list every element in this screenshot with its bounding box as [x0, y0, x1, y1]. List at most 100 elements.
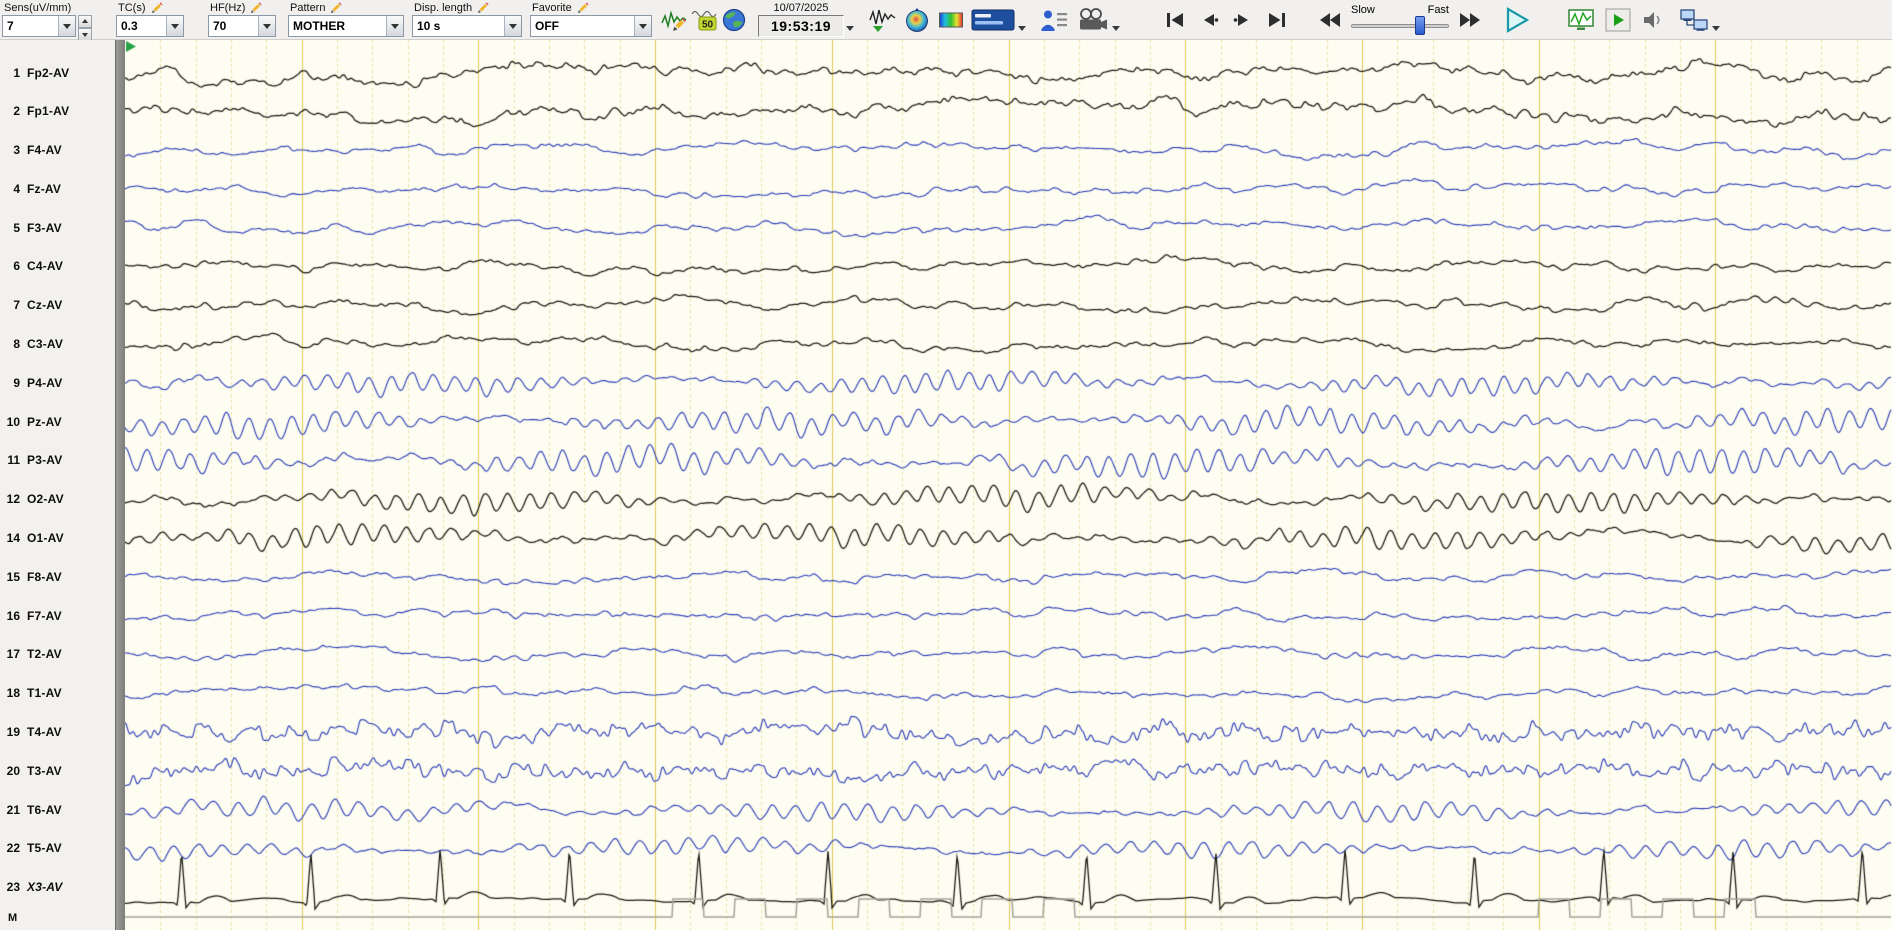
channel-row-F8-AV[interactable]: 15 F8-AV: [0, 568, 115, 586]
channel-row-F4-AV[interactable]: 3 F4-AV: [0, 141, 115, 159]
channel-row-T5-AV[interactable]: 22 T5-AV: [0, 839, 115, 857]
channel-number: 1: [13, 65, 20, 80]
channel-row-Fz-AV[interactable]: 4 Fz-AV: [0, 180, 115, 198]
channel-row-F7-AV[interactable]: 16 F7-AV: [0, 607, 115, 625]
channel-row-Cz-AV[interactable]: 7 Cz-AV: [0, 296, 115, 314]
sensitivity-field: Sens(uV/mm) 7: [2, 0, 92, 41]
favorite-dropdown[interactable]: OFF: [530, 15, 652, 37]
channel-label: F7-AV: [27, 608, 62, 623]
channel-number: 3: [13, 143, 20, 158]
channel-number: 2: [13, 104, 20, 119]
network-computers-icon: [1680, 9, 1708, 31]
channel-label: O2-AV: [27, 492, 64, 507]
pattern-edit-pencil-icon[interactable]: [330, 1, 343, 14]
notch-50hz-icon: 50: [691, 10, 717, 31]
channel-row-O2-AV[interactable]: 12 O2-AV: [0, 490, 115, 508]
channel-sidebar: M 1 Fp2-AV 2 Fp1-AV 3 F4-AV 4 Fz-AV 5 F3-AV 6 C4-AV…: [0, 40, 115, 930]
settings-globe-button[interactable]: [720, 6, 748, 34]
hf-dropdown[interactable]: 70: [208, 15, 276, 37]
skip-to-end-icon: [1269, 13, 1285, 27]
hf-edit-pencil-icon[interactable]: [250, 1, 263, 14]
play-button[interactable]: [1500, 6, 1532, 34]
channel-number: 16: [6, 608, 20, 623]
fast-forward-button[interactable]: [1456, 6, 1484, 34]
channel-row-T3-AV[interactable]: 20 T3-AV: [0, 762, 115, 780]
channel-row-P3-AV[interactable]: 11 P3-AV: [0, 451, 115, 469]
trend-monitor-button[interactable]: [1566, 6, 1596, 34]
channel-row-C4-AV[interactable]: 6 C4-AV: [0, 257, 115, 275]
record-time-box[interactable]: 19:53:19: [758, 15, 844, 37]
channel-number: 11: [7, 453, 20, 468]
favorite-edit-pencil-icon[interactable]: [577, 1, 589, 14]
waveform-view-button[interactable]: [868, 6, 898, 34]
pattern-dropdown[interactable]: MOTHER: [288, 15, 404, 37]
channel-number: 15: [6, 569, 20, 584]
channel-number: 7: [13, 298, 20, 313]
step-back-button[interactable]: [1194, 6, 1224, 34]
sensitivity-dropdown[interactable]: 7: [2, 15, 76, 37]
channel-row-T2-AV[interactable]: 17 T2-AV: [0, 645, 115, 663]
step-back-icon: [1204, 14, 1219, 26]
video-button[interactable]: [1076, 6, 1110, 34]
tc-dropdown-arrow-icon[interactable]: [166, 16, 183, 36]
notch-filter-button[interactable]: 50: [690, 6, 718, 34]
step-forward-button[interactable]: [1228, 6, 1258, 34]
eeg-wave-arrow-icon: [869, 9, 896, 32]
channel-row-X3-AV[interactable]: 23 X3-AV: [0, 878, 115, 896]
channel-number: 20: [6, 763, 20, 778]
channel-label: T3-AV: [27, 763, 62, 778]
display-length-dropdown-arrow-icon[interactable]: [504, 16, 521, 36]
channel-row-T6-AV[interactable]: 21 T6-AV: [0, 801, 115, 819]
channel-label: F3-AV: [27, 220, 62, 235]
favorite-dropdown-arrow-icon[interactable]: [634, 16, 651, 36]
display-length-field: Disp. length 10 s: [412, 0, 522, 37]
network-dropdown-caret-icon[interactable]: [1712, 26, 1720, 35]
network-button[interactable]: [1678, 6, 1710, 34]
sensitivity-dropdown-arrow-icon[interactable]: [58, 16, 75, 36]
tc-edit-pencil-icon[interactable]: [151, 1, 163, 14]
view-dropdown-caret-icon[interactable]: [1018, 26, 1026, 35]
channel-row-C3-AV[interactable]: 8 C3-AV: [0, 335, 115, 353]
speed-slider-thumb[interactable]: [1414, 16, 1425, 35]
channel-label: O1-AV: [27, 530, 64, 545]
tc-dropdown[interactable]: 0.3: [116, 15, 184, 37]
channel-row-Fp2-AV[interactable]: 1 Fp2-AV: [0, 64, 115, 82]
speed-slider-track[interactable]: [1351, 24, 1449, 28]
pattern-dropdown-arrow-icon[interactable]: [386, 16, 403, 36]
channel-row-Fp1-AV[interactable]: 2 Fp1-AV: [0, 102, 115, 120]
record-date: 10/07/2025: [773, 2, 829, 14]
display-length-label: Disp. length: [414, 1, 473, 14]
channel-row-O1-AV[interactable]: 14 O1-AV: [0, 529, 115, 547]
favorite-label: Favorite: [532, 1, 572, 14]
skip-to-end-button[interactable]: [1262, 6, 1292, 34]
patient-info-button[interactable]: [1038, 6, 1070, 34]
eeg-trace-area[interactable]: [125, 40, 1892, 930]
channel-row-P4-AV[interactable]: 9 P4-AV: [0, 374, 115, 392]
sensitivity-label: Sens(uV/mm): [4, 1, 72, 14]
channel-row-T4-AV[interactable]: 19 T4-AV: [0, 723, 115, 741]
color-scale-button[interactable]: [936, 6, 966, 34]
video-dropdown-caret-icon[interactable]: [1112, 26, 1120, 35]
sensitivity-spin-up-icon[interactable]: [78, 15, 92, 28]
display-length-edit-pencil-icon[interactable]: [477, 1, 489, 14]
tc-field: TC(s) 0.3: [116, 0, 184, 37]
globe-icon: [722, 8, 746, 32]
rewind-button[interactable]: [1316, 6, 1344, 34]
brain-map-button[interactable]: [902, 6, 932, 34]
datetime-dropdown-caret-icon[interactable]: [846, 26, 854, 35]
channel-number: 4: [13, 181, 20, 196]
channel-row-Pz-AV[interactable]: 10 Pz-AV: [0, 413, 115, 431]
channel-label: Cz-AV: [27, 298, 63, 313]
display-length-dropdown[interactable]: 10 s: [412, 15, 522, 37]
banner-logo-button[interactable]: [970, 6, 1016, 34]
skip-to-start-button[interactable]: [1160, 6, 1190, 34]
channel-number: 8: [13, 337, 20, 352]
pattern-field: Pattern MOTHER: [288, 0, 404, 37]
channel-row-T1-AV[interactable]: 18 T1-AV: [0, 684, 115, 702]
channel-row-F3-AV[interactable]: 5 F3-AV: [0, 219, 115, 237]
hf-dropdown-arrow-icon[interactable]: [258, 16, 275, 36]
measure-annotate-button[interactable]: [660, 6, 688, 34]
audio-button[interactable]: [1640, 6, 1668, 34]
sidebar-divider: [115, 40, 125, 930]
start-acquisition-button[interactable]: [1604, 6, 1632, 34]
